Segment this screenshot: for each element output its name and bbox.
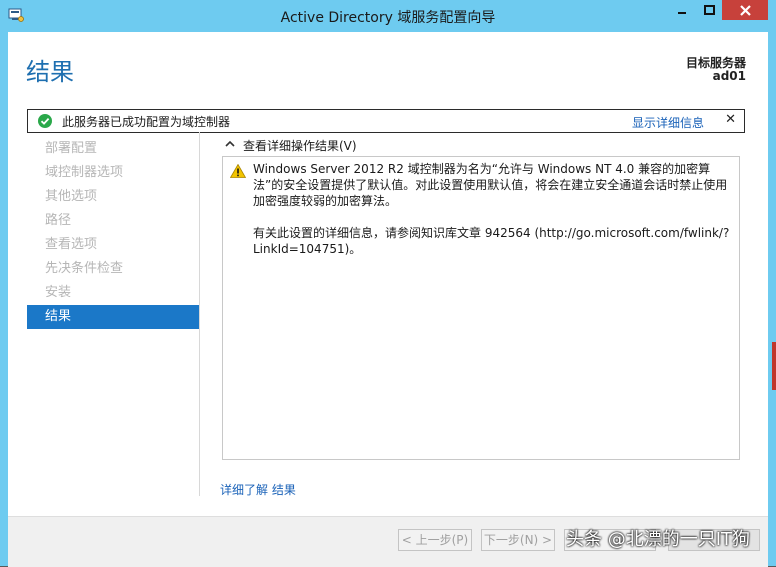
target-server-value: ad01 — [712, 69, 746, 83]
close-icon — [739, 4, 751, 16]
watermark: 头条 @北漂的一只IT狗 — [566, 529, 751, 550]
warning-paragraph-2: 有关此设置的详细信息，请参阅知识库文章 942564 (http://go.mi… — [253, 226, 730, 256]
nav-step-installation: 安装 — [45, 285, 72, 300]
status-message: 此服务器已成功配置为域控制器 — [62, 115, 231, 129]
minimize-icon — [678, 12, 686, 14]
warning-paragraph-1: Windows Server 2012 R2 域控制器为名为“允许与 Windo… — [253, 162, 728, 208]
previous-button[interactable]: < 上一步(P) — [398, 529, 472, 551]
nav-step-deployment-config: 部署配置 — [45, 141, 98, 156]
results-details-panel: Windows Server 2012 R2 域控制器为名为“允许与 Windo… — [222, 156, 740, 460]
maximize-button[interactable] — [696, 0, 722, 20]
success-check-icon — [38, 114, 52, 128]
nav-step-additional-options: 其他选项 — [45, 189, 98, 204]
window-frame-left — [0, 32, 8, 566]
window-title: Active Directory 域服务配置向导 — [280, 10, 496, 26]
title-bar[interactable]: Active Directory 域服务配置向导 — [0, 0, 776, 32]
background-window-edge — [772, 342, 776, 390]
learn-more-link[interactable]: 详细了解 结果 — [220, 481, 296, 498]
maximize-icon — [703, 5, 715, 15]
nav-step-dc-options: 域控制器选项 — [45, 165, 124, 180]
nav-step-prerequisites-check: 先决条件检查 — [45, 261, 124, 276]
success-notification-bar: 此服务器已成功配置为域控制器 显示详细信息 ✕ — [27, 109, 745, 133]
close-window-button[interactable] — [722, 0, 768, 20]
chevron-up-icon[interactable] — [225, 140, 235, 148]
dismiss-notification-button[interactable]: ✕ — [725, 112, 736, 127]
page-title: 结果 — [26, 58, 74, 86]
window-frame-right — [768, 32, 776, 566]
nav-step-paths: 路径 — [45, 213, 72, 228]
nav-step-results[interactable]: 结果 — [27, 305, 199, 329]
nav-step-review-options: 查看选项 — [45, 237, 98, 252]
minimize-button[interactable] — [668, 0, 696, 20]
view-detailed-results-toggle[interactable]: 查看详细操作结果(V) — [243, 137, 357, 154]
wizard-window: Active Directory 域服务配置向导 结果 目标服务器 ad01 此… — [0, 0, 776, 567]
wizard-steps-nav: 部署配置 域控制器选项 其他选项 路径 查看选项 先决条件检查 安装 结果 — [27, 137, 199, 329]
warning-icon — [230, 164, 246, 178]
next-button[interactable]: 下一步(N) > — [481, 529, 555, 551]
nav-divider — [199, 132, 200, 496]
show-details-link[interactable]: 显示详细信息 — [632, 114, 704, 131]
warning-message: Windows Server 2012 R2 域控制器为名为“允许与 Windo… — [253, 161, 733, 273]
